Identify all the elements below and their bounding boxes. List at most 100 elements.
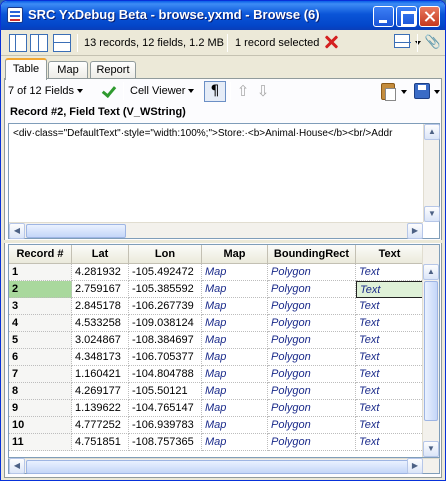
scroll-right-icon[interactable]: ▶: [407, 223, 423, 239]
table-row[interactable]: 11 4.751851 -108.757365 Map Polygon Text: [9, 434, 424, 451]
close-button[interactable]: [419, 6, 440, 27]
scroll-down-icon[interactable]: ▼: [424, 206, 440, 222]
record-number-cell[interactable]: 6: [9, 349, 72, 366]
bounding-rect-cell[interactable]: Polygon: [268, 298, 356, 315]
lat-cell[interactable]: 3.024867: [72, 332, 129, 349]
lat-cell[interactable]: 2.759167: [72, 281, 129, 298]
lat-cell[interactable]: 4.533258: [72, 315, 129, 332]
checkmark-icon[interactable]: [101, 83, 117, 99]
bounding-rect-cell[interactable]: Polygon: [268, 400, 356, 417]
map-cell[interactable]: Map: [202, 264, 268, 281]
text-cell[interactable]: Text: [356, 434, 424, 451]
scroll-thumb[interactable]: [424, 281, 438, 421]
grid-vertical-scrollbar[interactable]: ▲ ▼: [422, 245, 439, 457]
text-cell[interactable]: Text: [356, 315, 424, 332]
tab-map[interactable]: Map: [48, 61, 88, 79]
column-header-boundingrect[interactable]: BoundingRect: [268, 245, 356, 264]
lat-cell[interactable]: 1.160421: [72, 366, 129, 383]
text-cell[interactable]: Text: [356, 417, 424, 434]
pane-splitter[interactable]: [4, 240, 442, 243]
lon-cell[interactable]: -108.757365: [129, 434, 202, 451]
window-menu-icon[interactable]: [394, 34, 411, 48]
layout-top-icon[interactable]: [53, 34, 71, 52]
table-row[interactable]: 2 2.759167 -105.385592 Map Polygon Text: [9, 281, 424, 298]
map-cell[interactable]: Map: [202, 315, 268, 332]
field-selector[interactable]: 7 of 12 Fields: [8, 81, 84, 101]
record-number-cell[interactable]: 10: [9, 417, 72, 434]
lon-cell[interactable]: -108.384697: [129, 332, 202, 349]
table-row[interactable]: 3 2.845178 -106.267739 Map Polygon Text: [9, 298, 424, 315]
tab-report[interactable]: Report: [90, 61, 136, 79]
lat-cell[interactable]: 4.281932: [72, 264, 129, 281]
clipboard-icon[interactable]: [381, 83, 396, 101]
scroll-up-icon[interactable]: ▲: [423, 264, 439, 280]
chevron-down-icon[interactable]: [401, 90, 407, 94]
lat-cell[interactable]: 4.751851: [72, 434, 129, 451]
table-row[interactable]: 6 4.348173 -106.705377 Map Polygon Text: [9, 349, 424, 366]
layout-left-icon[interactable]: [9, 34, 27, 52]
records-grid[interactable]: Record # Lat Lon Map BoundingRect Text 1…: [8, 244, 440, 458]
map-cell[interactable]: Map: [202, 281, 268, 298]
lat-cell[interactable]: 2.845178: [72, 298, 129, 315]
previous-record-icon[interactable]: ⇧: [236, 83, 250, 100]
record-number-cell[interactable]: 5: [9, 332, 72, 349]
scroll-thumb[interactable]: [26, 460, 414, 474]
scroll-left-icon[interactable]: ◀: [9, 223, 25, 239]
map-cell[interactable]: Map: [202, 400, 268, 417]
grid-horizontal-scrollbar[interactable]: ◀ ▶: [8, 458, 440, 474]
text-cell[interactable]: Text: [356, 349, 424, 366]
lon-cell[interactable]: -104.765147: [129, 400, 202, 417]
save-icon[interactable]: [414, 83, 430, 99]
map-cell[interactable]: Map: [202, 417, 268, 434]
bounding-rect-cell[interactable]: Polygon: [268, 366, 356, 383]
text-cell[interactable]: Text: [356, 366, 424, 383]
bounding-rect-cell[interactable]: Polygon: [268, 349, 356, 366]
next-record-icon[interactable]: ⇩: [256, 83, 270, 100]
scroll-down-icon[interactable]: ▼: [423, 441, 439, 457]
table-row[interactable]: 10 4.777252 -106.939783 Map Polygon Text: [9, 417, 424, 434]
text-cell[interactable]: Text: [356, 264, 424, 281]
table-row[interactable]: 8 4.269177 -105.50121 Map Polygon Text: [9, 383, 424, 400]
column-header-lon[interactable]: Lon: [129, 245, 202, 264]
lat-cell[interactable]: 4.269177: [72, 383, 129, 400]
table-row[interactable]: 4 4.533258 -109.038124 Map Polygon Text: [9, 315, 424, 332]
table-row[interactable]: 1 4.281932 -105.492472 Map Polygon Text: [9, 264, 424, 281]
bounding-rect-cell[interactable]: Polygon: [268, 434, 356, 451]
record-number-cell[interactable]: 11: [9, 434, 72, 451]
viewer-mode-selector[interactable]: Cell Viewer: [130, 81, 195, 101]
bounding-rect-cell[interactable]: Polygon: [268, 332, 356, 349]
chevron-down-icon[interactable]: [434, 90, 440, 94]
cell-viewer-pane[interactable]: <div·class="DefaultText"·style="width:10…: [8, 123, 440, 239]
scroll-right-icon[interactable]: ▶: [407, 458, 423, 474]
lon-cell[interactable]: -105.492472: [129, 264, 202, 281]
lon-cell[interactable]: -106.267739: [129, 298, 202, 315]
map-cell[interactable]: Map: [202, 383, 268, 400]
bounding-rect-cell[interactable]: Polygon: [268, 264, 356, 281]
column-header-map[interactable]: Map: [202, 245, 268, 264]
text-cell[interactable]: Text: [356, 298, 424, 315]
lat-cell[interactable]: 1.139622: [72, 400, 129, 417]
layout-split-icon[interactable]: [30, 34, 48, 52]
map-cell[interactable]: Map: [202, 332, 268, 349]
record-number-cell[interactable]: 7: [9, 366, 72, 383]
chevron-down-icon[interactable]: [415, 41, 421, 45]
cell-vertical-scrollbar[interactable]: ▲ ▼: [423, 124, 440, 222]
record-number-cell[interactable]: 4: [9, 315, 72, 332]
record-number-cell[interactable]: 2: [9, 281, 72, 298]
bounding-rect-cell[interactable]: Polygon: [268, 417, 356, 434]
lon-cell[interactable]: -104.804788: [129, 366, 202, 383]
record-number-cell[interactable]: 3: [9, 298, 72, 315]
table-row[interactable]: 5 3.024867 -108.384697 Map Polygon Text: [9, 332, 424, 349]
lon-cell[interactable]: -106.939783: [129, 417, 202, 434]
lat-cell[interactable]: 4.348173: [72, 349, 129, 366]
lon-cell[interactable]: -109.038124: [129, 315, 202, 332]
lat-cell[interactable]: 4.777252: [72, 417, 129, 434]
clear-selection-icon[interactable]: [324, 35, 338, 49]
map-cell[interactable]: Map: [202, 366, 268, 383]
column-header-record[interactable]: Record #: [9, 245, 72, 264]
bounding-rect-cell[interactable]: Polygon: [268, 281, 356, 298]
text-cell[interactable]: Text: [356, 400, 424, 417]
map-cell[interactable]: Map: [202, 298, 268, 315]
text-cell[interactable]: Text: [356, 281, 424, 298]
lon-cell[interactable]: -105.385592: [129, 281, 202, 298]
